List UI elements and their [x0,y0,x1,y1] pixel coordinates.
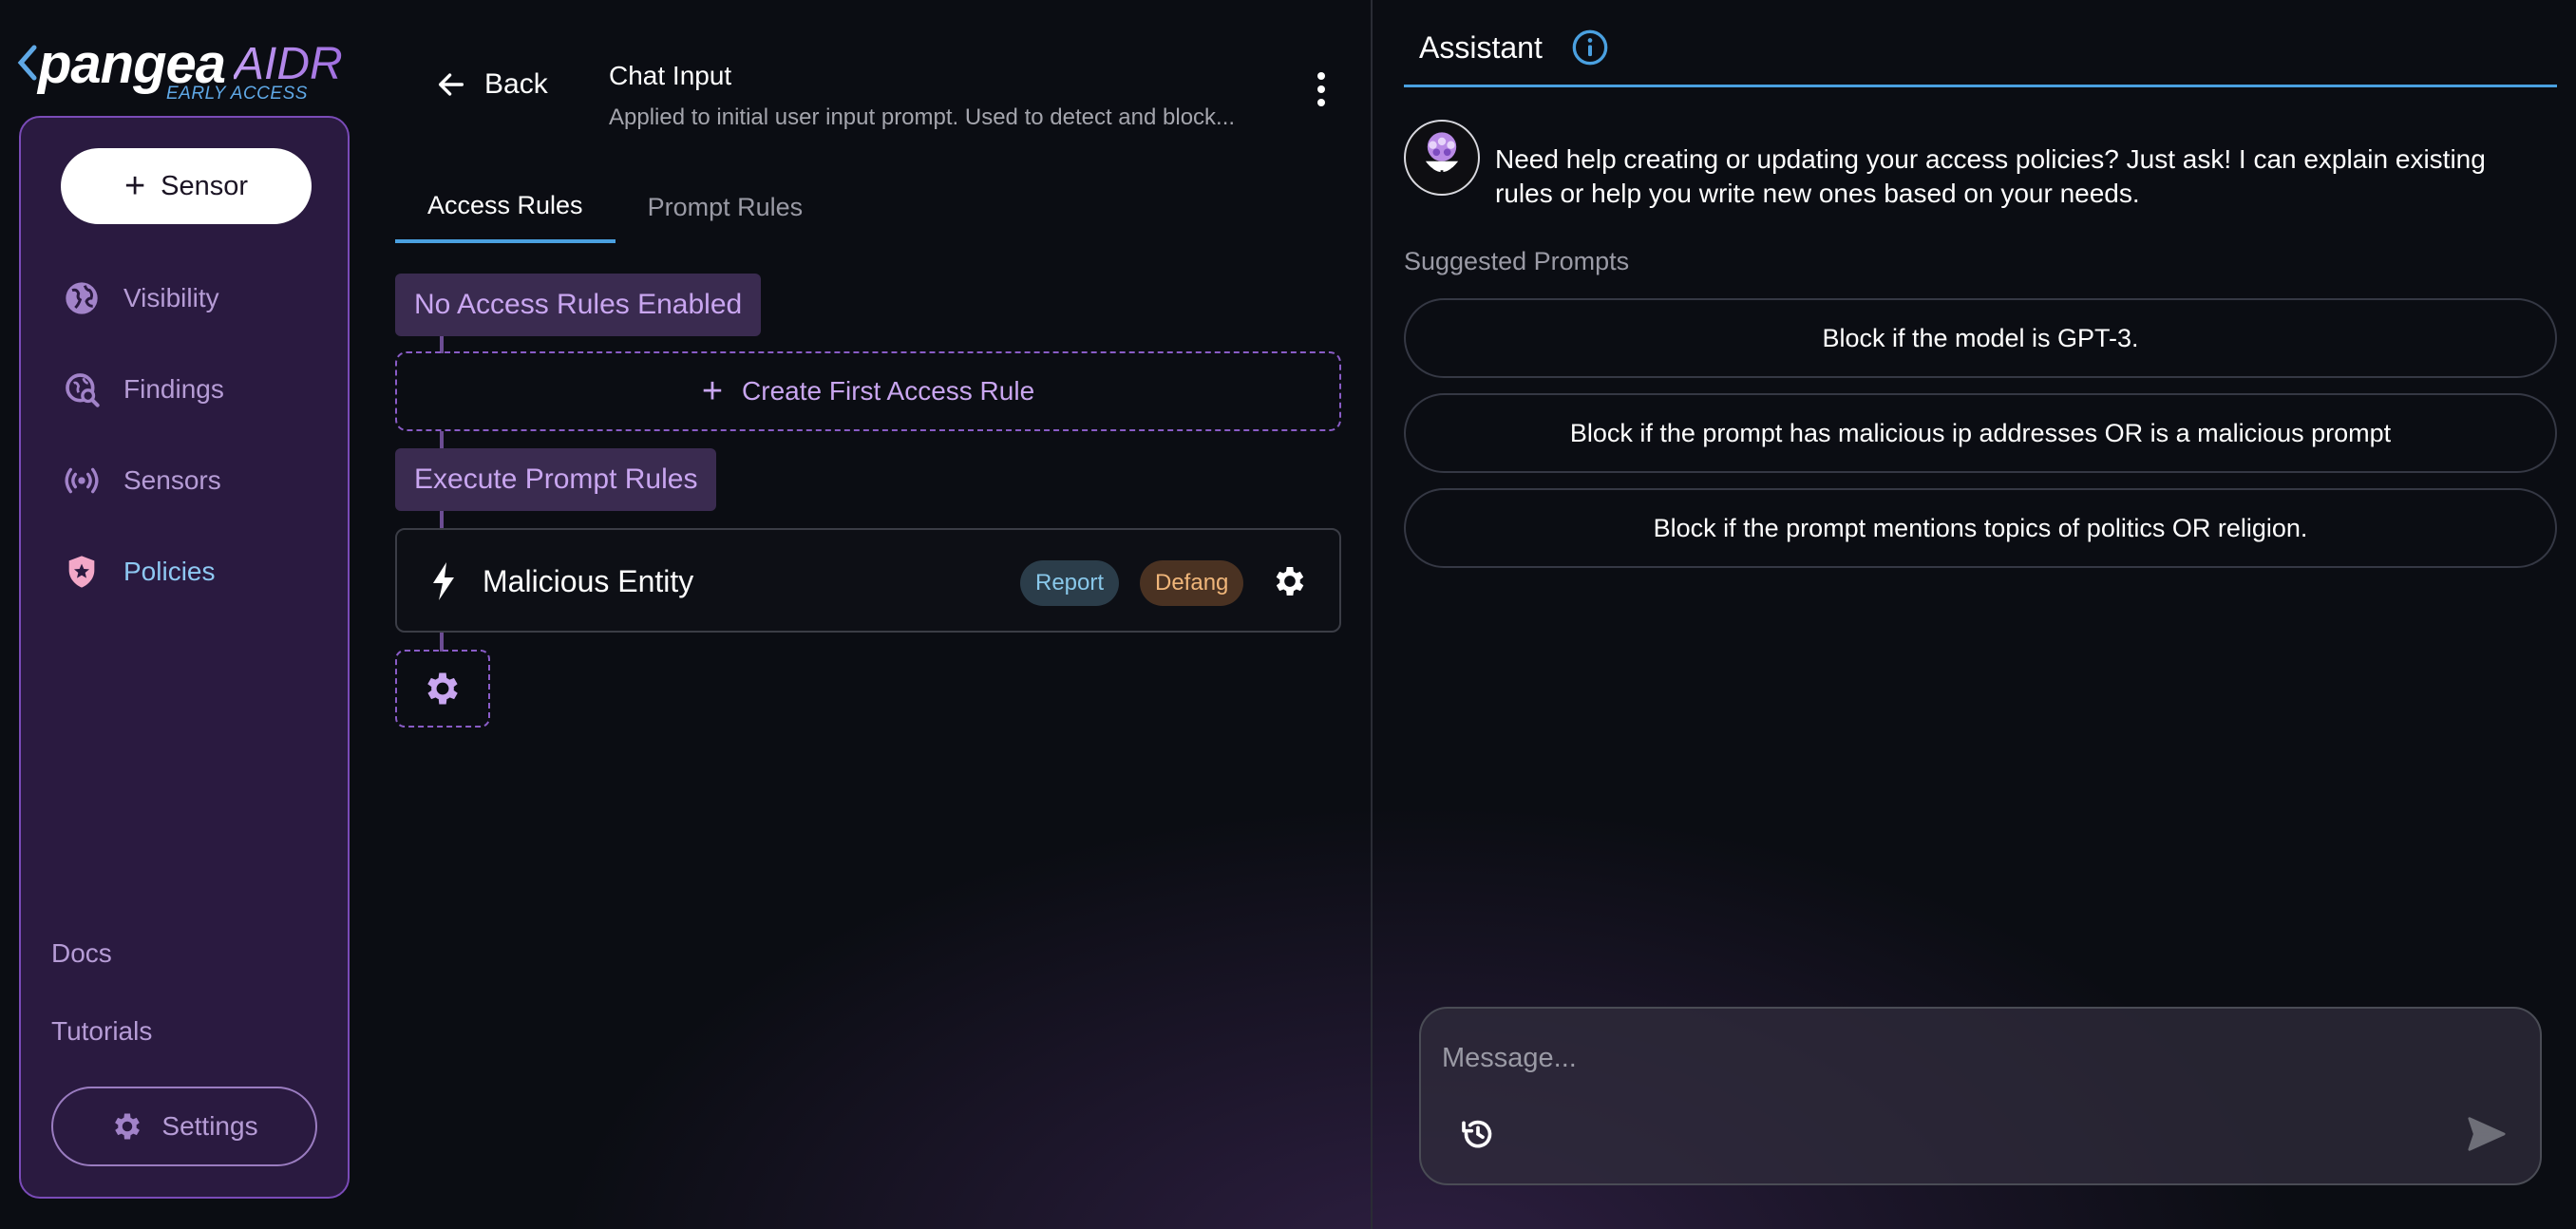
settings-label: Settings [161,1111,258,1141]
tab-prompt-rules[interactable]: Prompt Rules [616,171,836,243]
back-label: Back [484,68,548,100]
plus-icon: + [123,166,146,206]
gear-icon[interactable] [1271,562,1309,600]
flow-connector [440,511,444,530]
report-badge: Report [1020,560,1120,606]
sidebar-item-label: Findings [123,374,224,404]
gear-icon [115,1113,141,1140]
rule-name: Malicious Entity [483,564,694,598]
broadcast-icon [65,467,99,494]
chevron-left-icon [17,45,37,81]
history-icon[interactable] [1459,1115,1497,1153]
send-icon[interactable] [2466,1115,2508,1153]
sidebar-item-label: Sensors [123,465,221,495]
suggested-prompts-title: Suggested Prompts [1404,247,1630,275]
assistant-title: Assistant [1419,30,1543,65]
flow-connector [440,431,444,448]
lightning-icon [433,562,454,600]
add-sensor-button[interactable]: + Sensor [61,148,312,224]
plus-icon: + [701,371,724,411]
tab-bar: Access Rules Prompt Rules [395,171,835,243]
suggested-prompt-button[interactable]: Block if the model is GPT-3. [1404,298,2557,378]
sidebar-item-label: Policies [123,557,216,586]
info-icon[interactable] [1571,28,1609,66]
sidebar: + Sensor Visibility Findings Sensors Pol… [19,116,350,1199]
gear-icon [427,672,458,705]
panel-divider [1371,0,1373,1229]
magnifier-globe-icon [66,373,100,407]
assistant-message: Need help creating or updating your acce… [1495,144,2486,208]
more-options-icon[interactable] [1305,68,1337,110]
suggested-prompt-button[interactable]: Block if the prompt has malicious ip add… [1404,393,2557,473]
tab-access-rules[interactable]: Access Rules [395,171,616,243]
sidebar-item-label: Visibility [123,283,219,312]
assistant-avatar [1404,120,1480,196]
shield-star-icon [68,556,95,588]
globe-icon [66,282,98,314]
create-rule-label: Create First Access Rule [742,376,1035,406]
sidebar-item-policies[interactable]: Policies [63,541,329,602]
docs-link[interactable]: Docs [51,938,112,969]
assistant-header: Assistant [1404,0,2557,87]
tutorials-link[interactable]: Tutorials [51,1016,152,1047]
bot-avatar-icon [1407,123,1477,193]
add-sensor-label: Sensor [161,170,249,201]
arrow-left-icon [438,73,464,96]
message-composer [1419,1007,2542,1185]
flow-connector [440,633,444,652]
page-title: Chat Input [609,61,732,90]
settings-button[interactable]: Settings [51,1087,317,1166]
access-status-label: No Access Rules Enabled [395,274,762,336]
back-button[interactable]: Back [435,68,548,101]
sidebar-item-visibility[interactable]: Visibility [63,268,329,329]
message-input[interactable] [1442,1037,2487,1079]
sidebar-nav: Visibility Findings Sensors Policies [63,268,329,633]
sidebar-item-sensors[interactable]: Sensors [63,450,329,511]
sidebar-item-findings[interactable]: Findings [63,359,329,420]
defang-badge: Defang [1140,560,1244,606]
logo: pangea AIDR EARLY ACCESS [17,34,345,104]
page-subtitle: Applied to initial user input prompt. Us… [609,104,1236,130]
add-step-button[interactable] [395,650,490,728]
flow-connector [440,334,444,353]
execute-prompt-rules-label: Execute Prompt Rules [395,448,717,511]
early-access-badge: EARLY ACCESS [166,84,308,104]
rule-card[interactable]: Malicious Entity Report Defang [395,528,1341,633]
app-root: pangea AIDR EARLY ACCESS + Sensor Visibi… [0,0,2576,1229]
suggested-prompt-button[interactable]: Block if the prompt mentions topics of p… [1404,488,2557,568]
create-access-rule-button[interactable]: + Create First Access Rule [395,351,1341,431]
